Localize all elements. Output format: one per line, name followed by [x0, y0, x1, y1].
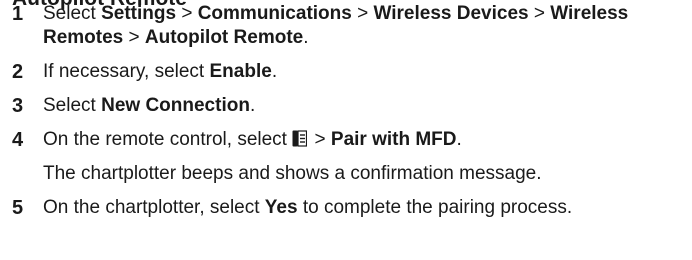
- step-number: 5: [12, 197, 24, 219]
- menu-icon: [292, 130, 308, 147]
- step-3: 3 Select New Connection.: [0, 94, 692, 118]
- step-1: 1 Select Settings > Communications > Wir…: [0, 2, 692, 50]
- step-text: On the chartplotter, select Yes to compl…: [43, 197, 573, 218]
- step-5: 5 On the chartplotter, select Yes to com…: [0, 196, 692, 220]
- menu-path-settings: Settings: [101, 3, 177, 24]
- option-yes: Yes: [264, 197, 298, 218]
- step-number: 3: [12, 95, 24, 117]
- step-note: The chartplotter beeps and shows a confi…: [43, 163, 542, 184]
- menu-path-communications: Communications: [197, 3, 352, 24]
- step-text: Select Settings > Communications > Wirel…: [43, 3, 629, 48]
- step-list: 1 Select Settings > Communications > Wir…: [0, 2, 692, 230]
- step-number: 4: [12, 129, 24, 151]
- option-enable: Enable: [209, 61, 272, 82]
- step-number: 2: [12, 61, 24, 83]
- step-text: Select New Connection.: [43, 95, 256, 116]
- step-text: If necessary, select Enable.: [43, 61, 278, 82]
- step-2: 2 If necessary, select Enable.: [0, 60, 692, 84]
- step-4: 4 On the remote control, select > Pair w…: [0, 128, 692, 186]
- menu-path-autopilot-remote: Autopilot Remote: [144, 27, 304, 48]
- step-text: On the remote control, select > Pair wit…: [43, 129, 462, 150]
- step-number: 1: [12, 3, 24, 25]
- option-pair-with-mfd: Pair with MFD: [330, 129, 457, 150]
- menu-path-wireless-devices: Wireless Devices: [373, 3, 529, 24]
- option-new-connection: New Connection: [101, 95, 250, 116]
